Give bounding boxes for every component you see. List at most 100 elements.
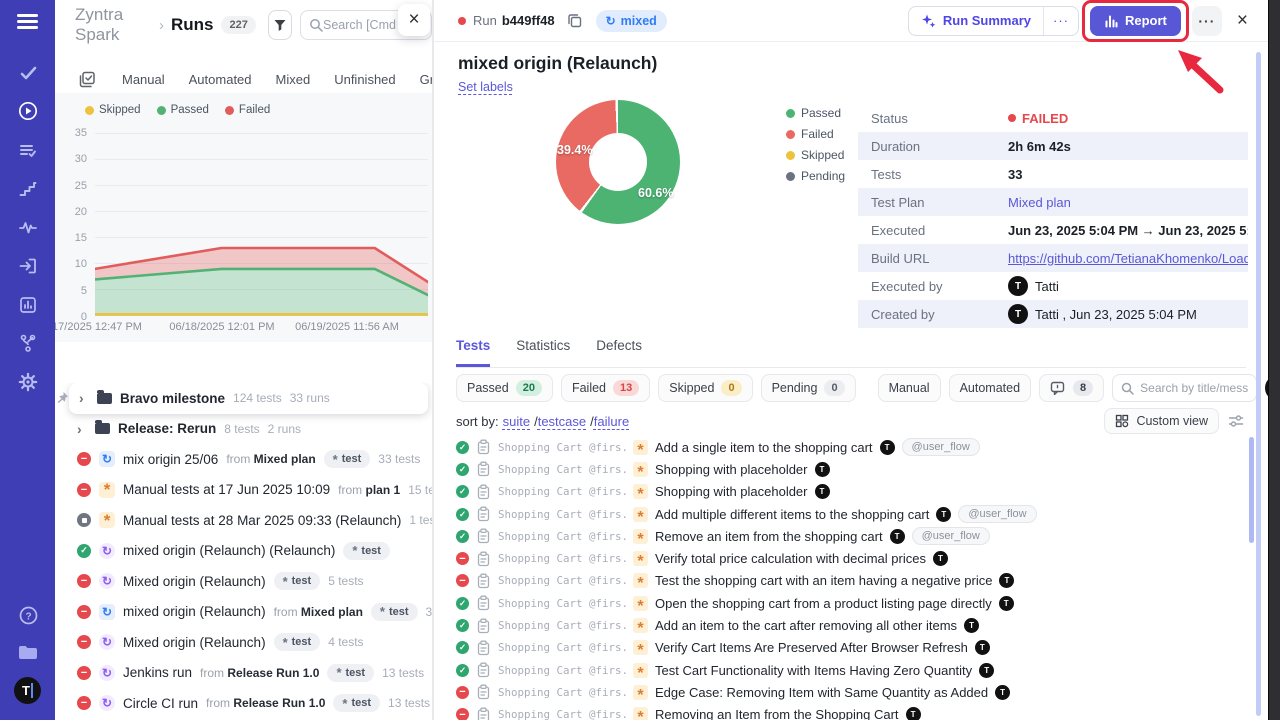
sort-option[interactable]: testcase (538, 414, 594, 429)
test-title[interactable]: Remove an item from the shopping cart (655, 529, 883, 544)
suite-name[interactable]: Shopping Cart @firs... (498, 574, 626, 587)
run-name[interactable]: Jenkins run (123, 665, 192, 680)
user-avatar[interactable]: T (14, 677, 41, 704)
status-filter-chip[interactable]: Failed 13 (561, 374, 650, 402)
status-filter-chip[interactable]: Passed 20 (456, 374, 553, 402)
test-row[interactable]: Shopping Cart @firs... Edge Case: Removi… (456, 681, 1248, 703)
test-row[interactable]: Shopping Cart @firs... Shopping with pla… (456, 481, 1248, 503)
test-row[interactable]: Shopping Cart @firs... Add an item to th… (456, 614, 1248, 636)
run-name[interactable]: mixed origin (Relaunch) (123, 604, 266, 619)
tab-groups[interactable]: Groups (420, 72, 433, 87)
list-check-icon[interactable] (17, 140, 39, 162)
test-title[interactable]: Add multiple different items to the shop… (655, 507, 929, 522)
suite-name[interactable]: Shopping Cart @firs... (498, 619, 626, 632)
checks-icon[interactable] (17, 62, 39, 84)
set-labels-link[interactable]: Set labels (458, 80, 513, 94)
runs-play-icon[interactable] (17, 100, 39, 122)
settings-gear-icon[interactable] (17, 371, 39, 393)
test-title[interactable]: Verify Cart Items Are Preserved After Br… (655, 640, 968, 655)
suite-name[interactable]: Shopping Cart @firs... (498, 441, 626, 454)
test-title[interactable]: Edge Case: Removing Item with Same Quant… (655, 685, 988, 700)
app-name[interactable]: Zyntra Spark (75, 5, 152, 45)
close-detail-button[interactable]: × (1233, 10, 1252, 32)
test-row[interactable]: Shopping Cart @firs... Remove an item fr… (456, 525, 1248, 547)
custom-view-button[interactable]: Custom view (1104, 408, 1219, 434)
tab-statistics[interactable]: Statistics (516, 338, 570, 367)
suite-name[interactable]: Shopping Cart @firs... (498, 552, 626, 565)
tests-search-input[interactable] (1140, 381, 1248, 395)
run-row[interactable]: Mixed origin (Relaunch) test 4 tests (55, 627, 432, 658)
sort-option[interactable]: suite (503, 414, 538, 429)
test-title[interactable]: Test Cart Functionality with Items Havin… (655, 663, 972, 678)
run-name[interactable]: Mixed origin (Relaunch) (123, 574, 266, 589)
run-name[interactable]: mix origin 25/06 (123, 452, 218, 467)
test-row[interactable]: Shopping Cart @firs... Verify Cart Items… (456, 637, 1248, 659)
test-row[interactable]: Shopping Cart @firs... Test Cart Functio… (456, 659, 1248, 681)
run-summary-button[interactable]: Run Summary ··· (908, 6, 1079, 36)
run-row[interactable]: Manual tests at 17 Jun 2025 10:09 from p… (55, 475, 432, 506)
report-button[interactable]: Report (1090, 6, 1181, 36)
test-row[interactable]: Shopping Cart @firs... Test the shopping… (456, 570, 1248, 592)
run-name[interactable]: Mixed origin (Relaunch) (123, 635, 266, 650)
run-row[interactable]: › Bravo milestone 124 tests 33 runs (69, 383, 428, 414)
run-row[interactable]: mixed origin (Relaunch) (Relaunch) test (55, 536, 432, 567)
panel-close-button[interactable]: × (398, 4, 430, 36)
steps-icon[interactable] (17, 178, 39, 200)
suite-name[interactable]: Shopping Cart @firs... (498, 530, 626, 543)
filter-button[interactable] (268, 10, 292, 40)
run-row[interactable]: mixed origin (Relaunch) from Mixed plan … (55, 597, 432, 628)
test-title[interactable]: Shopping with placeholder (655, 462, 808, 477)
run-row[interactable]: Jenkins run from Release Run 1.0 test 13… (55, 658, 432, 689)
type-filter-chip[interactable]: Automated (949, 374, 1031, 402)
test-row[interactable]: Shopping Cart @firs... Removing an Item … (456, 704, 1248, 720)
copy-icon[interactable] (567, 13, 582, 28)
more-actions-button[interactable]: ··· (1192, 6, 1222, 36)
test-title[interactable]: Add a single item to the shopping cart (655, 440, 873, 455)
test-title[interactable]: Verify total price calculation with deci… (655, 551, 926, 566)
test-row[interactable]: Shopping Cart @firs... Shopping with pla… (456, 458, 1248, 480)
suite-name[interactable]: Shopping Cart @firs... (498, 597, 626, 610)
status-filter-chip[interactable]: Pending 0 (761, 374, 856, 402)
run-name[interactable]: Bravo milestone (120, 391, 225, 406)
test-row[interactable]: Shopping Cart @firs... Add a single item… (456, 436, 1248, 458)
branches-icon[interactable] (17, 332, 39, 354)
run-row[interactable]: mix origin 25/06 from Mixed plan test 33… (55, 444, 432, 475)
suite-name[interactable]: Shopping Cart @firs... (498, 664, 626, 677)
run-row[interactable]: Circle CI run from Release Run 1.0 test … (55, 688, 432, 719)
build-url-link[interactable]: https://github.com/TetianaKhomenko/Load-… (1008, 251, 1248, 266)
tab-mixed[interactable]: Mixed (276, 72, 311, 87)
expand-chevron-icon[interactable]: › (77, 421, 87, 437)
suite-name[interactable]: Shopping Cart @firs... (498, 463, 626, 476)
tests-scrollbar[interactable] (1249, 437, 1254, 543)
activity-pulse-icon[interactable] (17, 216, 39, 238)
test-row[interactable]: Shopping Cart @firs... Verify total pric… (456, 547, 1248, 569)
panel-scrollbar[interactable] (1256, 52, 1261, 716)
test-title[interactable]: Test the shopping cart with an item havi… (655, 573, 992, 588)
sort-option[interactable]: failure (594, 414, 629, 429)
run-row[interactable]: › Release: Rerun 8 tests 2 runs (55, 414, 432, 445)
test-title[interactable]: Shopping with placeholder (655, 484, 808, 499)
tab-unfinished[interactable]: Unfinished (334, 72, 395, 87)
tab-manual[interactable]: Manual (122, 72, 165, 87)
run-row[interactable]: Mixed origin (Relaunch) test 5 tests (55, 566, 432, 597)
tab-defects[interactable]: Defects (596, 338, 642, 367)
run-name[interactable]: Manual tests at 17 Jun 2025 10:09 (123, 482, 330, 497)
status-filter-chip[interactable]: Skipped 0 (658, 374, 752, 402)
run-name[interactable]: Release: Rerun (118, 421, 216, 436)
sign-in-icon[interactable] (17, 255, 39, 277)
run-name[interactable]: Circle CI run (123, 696, 198, 711)
tests-search[interactable] (1112, 374, 1257, 402)
sliders-icon[interactable] (1228, 414, 1244, 428)
suite-name[interactable]: Shopping Cart @firs... (498, 485, 626, 498)
test-plan-link[interactable]: Mixed plan (1008, 195, 1071, 210)
projects-folder-icon[interactable] (17, 641, 39, 663)
help-icon[interactable]: ? (17, 604, 39, 626)
run-name[interactable]: Manual tests at 28 Mar 2025 09:33 (Relau… (123, 513, 401, 528)
suite-name[interactable]: Shopping Cart @firs... (498, 641, 626, 654)
test-title[interactable]: Removing an Item from the Shopping Cart (655, 707, 899, 720)
test-row[interactable]: Shopping Cart @firs... Open the shopping… (456, 592, 1248, 614)
run-summary-more-button[interactable]: ··· (1043, 7, 1078, 35)
comments-filter-chip[interactable]: 8 (1039, 374, 1104, 402)
suite-name[interactable]: Shopping Cart @firs... (498, 708, 626, 720)
reports-chart-icon[interactable] (17, 294, 39, 316)
